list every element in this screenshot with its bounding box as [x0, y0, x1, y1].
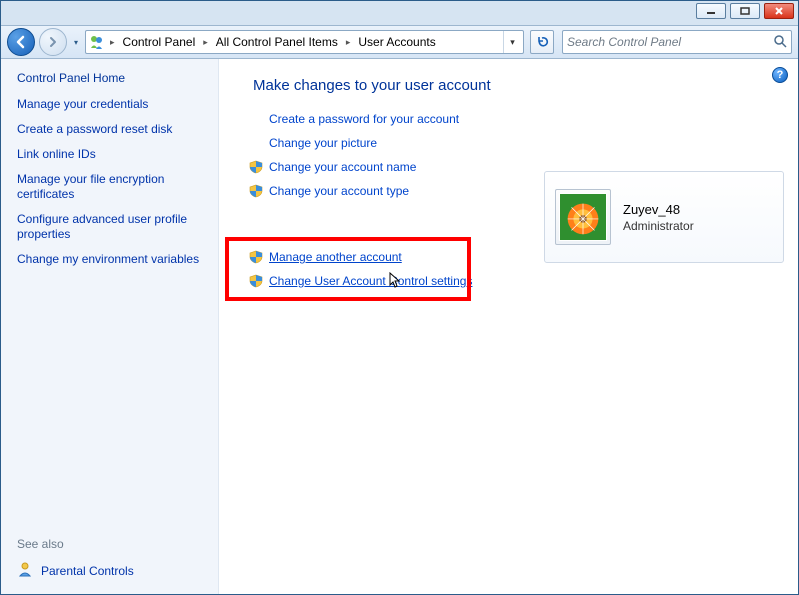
sidebar-header[interactable]: Control Panel Home [17, 71, 204, 85]
sidebar-link-manage-encryption-certs[interactable]: Manage your file encryption certificates [17, 172, 204, 202]
breadcrumb-separator-icon[interactable]: ▸ [344, 37, 353, 48]
action-label: Create a password for your account [269, 112, 459, 126]
help-button[interactable]: ? [772, 67, 788, 83]
breadcrumb-control-panel[interactable]: Control Panel [119, 35, 200, 49]
close-button[interactable] [764, 3, 794, 19]
refresh-button[interactable] [530, 30, 554, 54]
control-panel-window: ▾ ▸ Control Panel ▸ All Control Panel It… [0, 0, 799, 595]
action-manage-another-account[interactable]: Manage another account [249, 250, 519, 264]
page-heading: Make changes to your user account [253, 77, 782, 94]
search-input[interactable]: Search Control Panel [562, 30, 792, 54]
maximize-button[interactable] [730, 3, 760, 19]
action-label: Change your account type [269, 184, 409, 198]
action-create-password[interactable]: Create a password for your account [249, 112, 519, 126]
action-change-picture[interactable]: Change your picture [249, 136, 519, 150]
username-label: Zuyev_48 [623, 202, 694, 217]
uac-shield-icon [249, 160, 263, 174]
main-panel: ? Make changes to your user account Crea… [219, 59, 798, 594]
action-label: Manage another account [269, 250, 402, 264]
minimize-button[interactable] [696, 3, 726, 19]
content-body: Control Panel Home Manage your credentia… [1, 59, 798, 594]
uac-shield-icon [249, 274, 263, 288]
action-change-account-type[interactable]: Change your account type [249, 184, 519, 198]
search-placeholder-text: Search Control Panel [567, 35, 767, 49]
breadcrumb-separator-icon[interactable]: ▸ [201, 37, 210, 48]
user-accounts-icon [88, 33, 106, 51]
breadcrumb-all-items[interactable]: All Control Panel Items [212, 35, 342, 49]
avatar-frame [555, 189, 611, 245]
window-titlebar [1, 1, 798, 25]
user-account-text: Zuyev_48 Administrator [623, 202, 694, 233]
sidebar-link-link-online-ids[interactable]: Link online IDs [17, 147, 204, 162]
address-breadcrumb-bar[interactable]: ▸ Control Panel ▸ All Control Panel Item… [85, 30, 524, 54]
breadcrumb-separator-icon[interactable]: ▸ [108, 37, 117, 48]
action-label: Change your picture [269, 136, 377, 150]
action-label: Change User Account Control settings [269, 274, 472, 288]
sidebar-link-environment-variables[interactable]: Change my environment variables [17, 252, 204, 267]
user-account-card: Zuyev_48 Administrator [544, 171, 784, 263]
window-control-buttons [696, 3, 794, 19]
navigation-bar: ▾ ▸ Control Panel ▸ All Control Panel It… [1, 25, 798, 59]
history-dropdown-button[interactable]: ▾ [71, 28, 81, 56]
parental-controls-icon [17, 561, 33, 580]
sidebar-link-manage-credentials[interactable]: Manage your credentials [17, 97, 204, 112]
uac-shield-icon [249, 250, 263, 264]
sidebar-footer: See also Parental Controls [17, 537, 204, 580]
action-change-uac-settings[interactable]: Change User Account Control settings [249, 274, 519, 288]
sidebar-links: Manage your credentials Create a passwor… [17, 97, 204, 267]
sidebar: Control Panel Home Manage your credentia… [1, 59, 219, 594]
uac-shield-icon [249, 184, 263, 198]
forward-button[interactable] [39, 28, 67, 56]
action-change-account-name[interactable]: Change your account name [249, 160, 519, 174]
search-icon[interactable] [773, 34, 787, 51]
action-label: Change your account name [269, 160, 416, 174]
user-role-label: Administrator [623, 219, 694, 233]
back-button[interactable] [7, 28, 35, 56]
primary-actions-list: Create a password for your account Chang… [249, 112, 519, 288]
flower-avatar-icon [559, 193, 607, 241]
parental-controls-label: Parental Controls [41, 564, 134, 578]
sidebar-link-password-reset-disk[interactable]: Create a password reset disk [17, 122, 204, 137]
breadcrumb-user-accounts[interactable]: User Accounts [354, 35, 439, 49]
see-also-label: See also [17, 537, 204, 551]
sidebar-link-parental-controls[interactable]: Parental Controls [17, 561, 204, 580]
address-dropdown-button[interactable]: ▾ [503, 31, 521, 53]
sidebar-link-advanced-profile-properties[interactable]: Configure advanced user profile properti… [17, 212, 204, 242]
